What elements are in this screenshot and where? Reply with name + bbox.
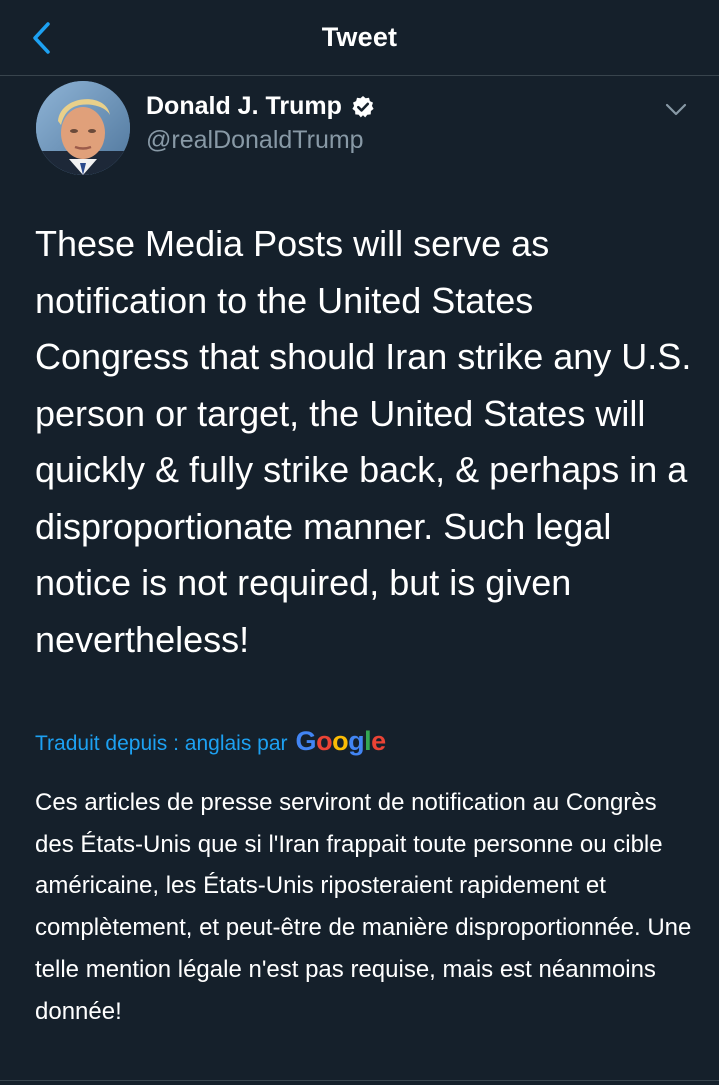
translated-text: Ces articles de presse serviront de noti… bbox=[35, 789, 692, 1025]
handle[interactable]: @realDonaldTrump bbox=[146, 126, 375, 155]
chevron-down-icon[interactable] bbox=[663, 99, 689, 119]
author-block[interactable]: Donald J. Trump @realDonaldTrump bbox=[146, 92, 375, 155]
translation-attribution[interactable]: Traduit depuis : anglais par Google bbox=[35, 726, 386, 757]
avatar[interactable] bbox=[36, 81, 130, 175]
display-name[interactable]: Donald J. Trump bbox=[146, 92, 342, 121]
divider bbox=[0, 1080, 719, 1081]
name-row: Donald J. Trump bbox=[146, 92, 375, 121]
verified-badge-icon bbox=[352, 95, 374, 117]
top-bar: Tweet bbox=[0, 0, 719, 76]
tweet-detail-screen: Tweet Donald J. Trump @realDonaldTrump T… bbox=[0, 0, 719, 1085]
avatar-image bbox=[36, 81, 130, 175]
page-title: Tweet bbox=[321, 22, 398, 52]
google-logo: Google bbox=[295, 726, 387, 756]
translation-label: Traduit depuis : anglais par bbox=[35, 732, 288, 755]
tweet-text: These Media Posts will serve as notifica… bbox=[35, 223, 692, 660]
